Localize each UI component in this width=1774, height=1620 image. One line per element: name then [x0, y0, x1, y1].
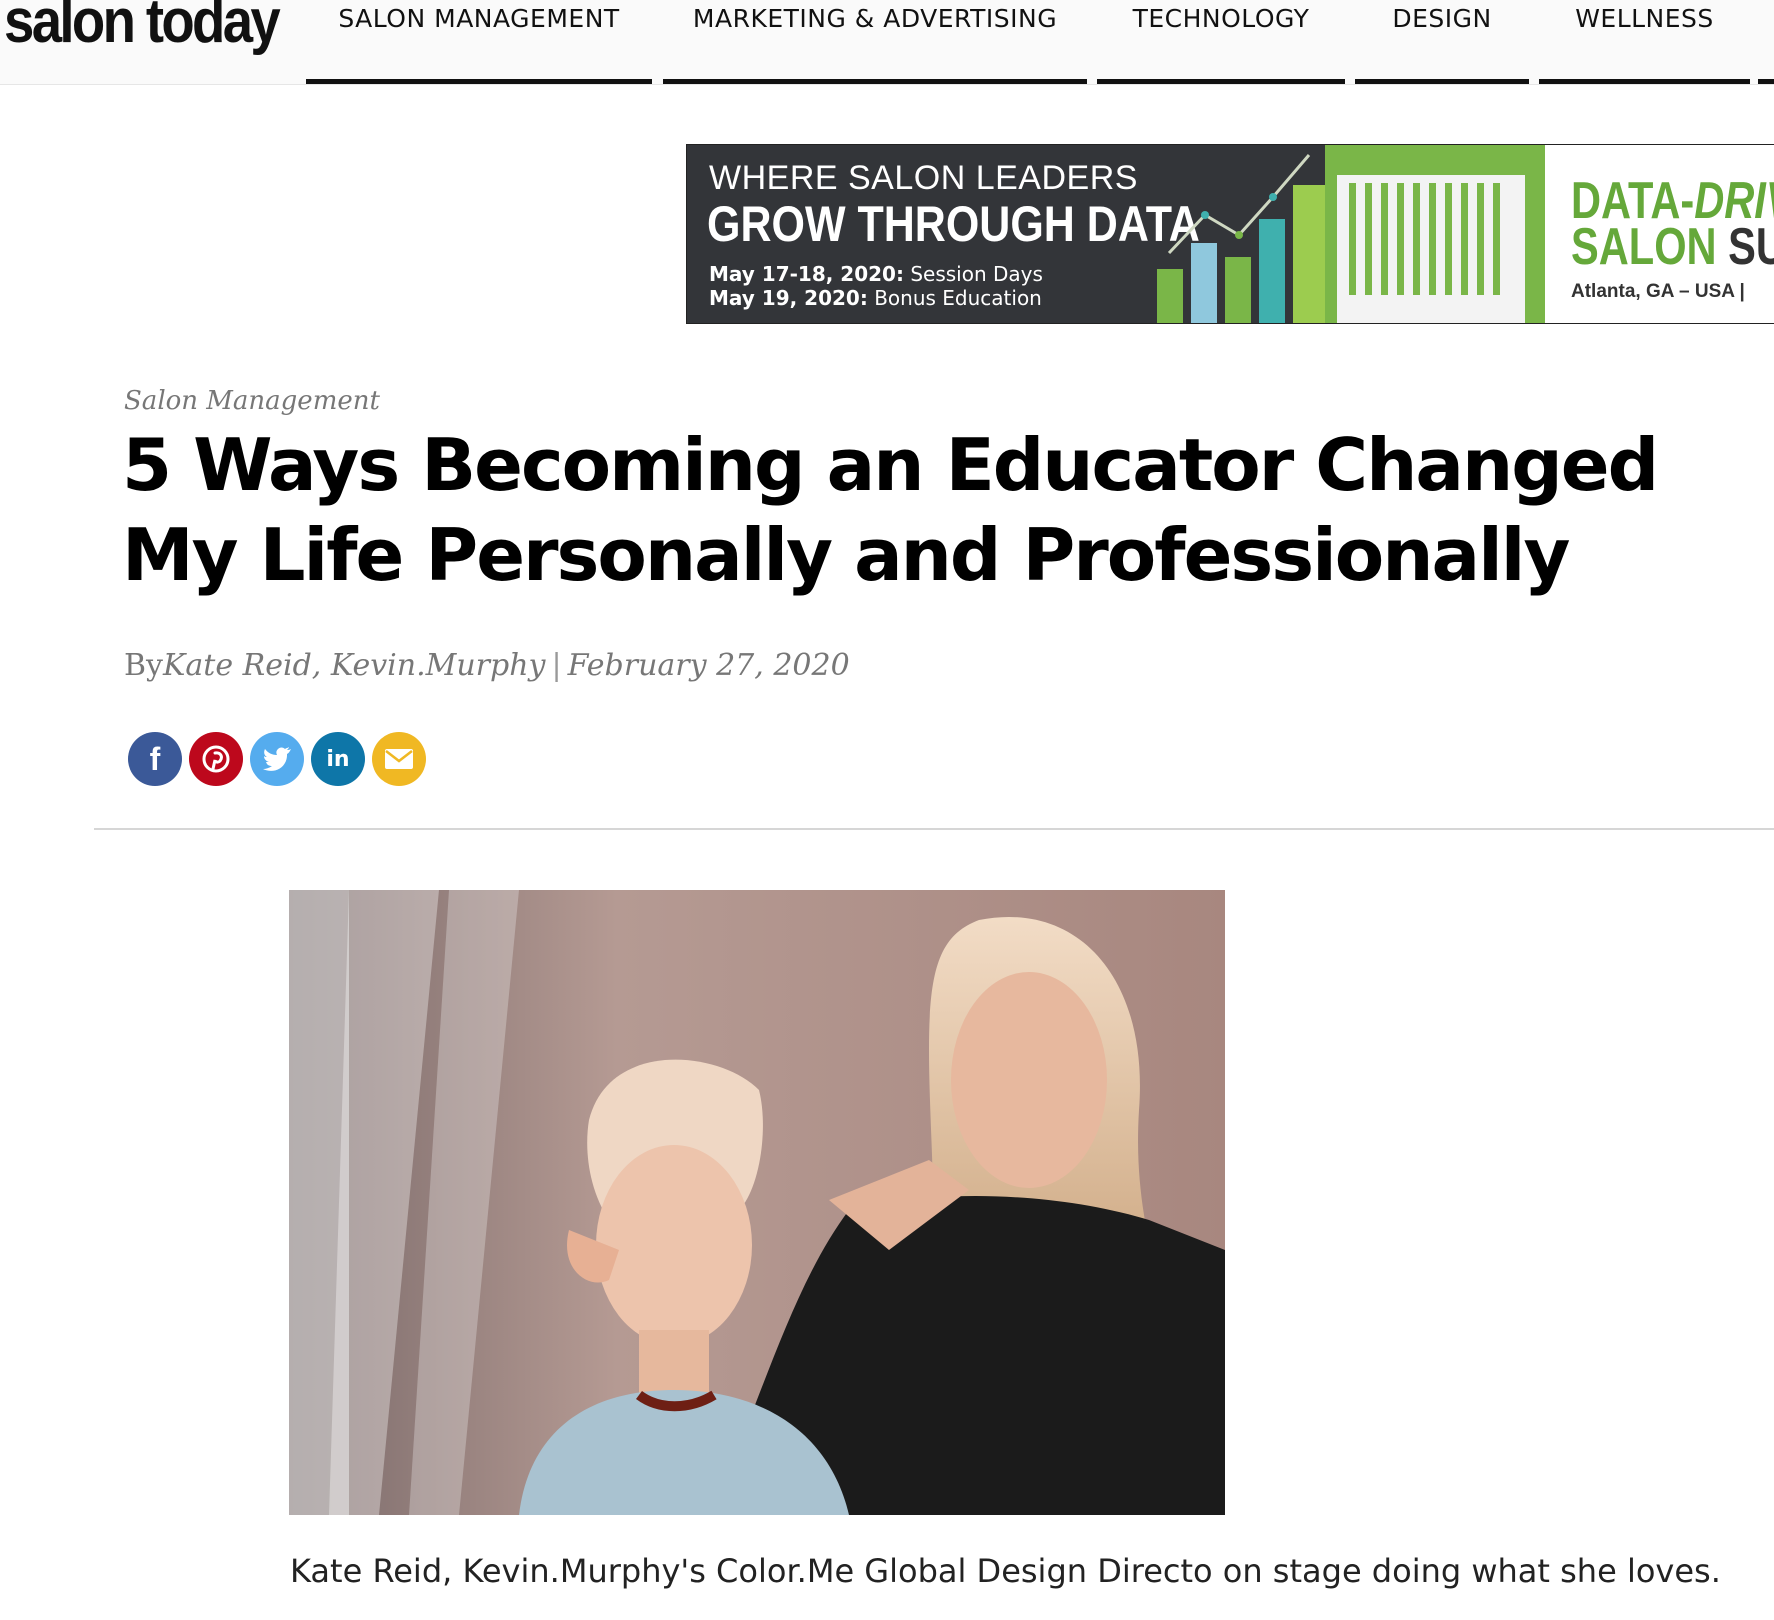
- ad-location: Atlanta, GA – USA |: [1571, 281, 1745, 302]
- ad-banner[interactable]: WHERE SALON LEADERS GROW THROUGH DATA Ma…: [686, 144, 1774, 324]
- twitter-icon: [263, 747, 291, 771]
- nav-underline: [1355, 79, 1529, 84]
- article-byline: ByKate Reid, Kevin.Murphy | February 27, 2…: [124, 648, 850, 683]
- image-caption: Kate Reid, Kevin.Murphy's Color.Me Globa…: [290, 1552, 1721, 1590]
- nav-underline: [1758, 79, 1774, 84]
- article-divider: [94, 828, 1774, 830]
- ad-headline-2: GROW THROUGH DATA: [707, 196, 1200, 252]
- nav-underline: [663, 79, 1087, 84]
- nav-design[interactable]: DESIGN: [1355, 0, 1529, 84]
- email-icon: [385, 749, 413, 769]
- byline-prefix: By: [124, 648, 163, 683]
- site-logo[interactable]: salon today: [4, 0, 281, 57]
- article-title: 5 Ways Becoming an Educator Changed My L…: [122, 423, 1659, 597]
- share-linkedin-button[interactable]: in: [311, 732, 365, 786]
- article-section-link[interactable]: Salon Management: [124, 386, 380, 416]
- nav-wellness[interactable]: WELLNESS: [1539, 0, 1750, 84]
- comb-graphic: [1337, 175, 1525, 323]
- byline-authors[interactable]: Kate Reid, Kevin.Murphy: [163, 648, 545, 683]
- nav-label: SALON MANAGEMENT: [338, 4, 620, 33]
- byline-separator: |: [551, 648, 562, 683]
- share-email-button[interactable]: [372, 732, 426, 786]
- stage-photo-graphic: [289, 890, 1225, 1515]
- nav-salon-management[interactable]: SALON MANAGEMENT: [306, 0, 652, 84]
- nav-label: MARKETING & ADVERTISING: [692, 4, 1058, 33]
- ad-summit-panel: DATA-DRIVE SALON SUM Atlanta, GA – USA |: [1545, 145, 1774, 323]
- ad-headline-1: WHERE SALON LEADERS: [709, 159, 1138, 197]
- nav-underline: [306, 79, 652, 84]
- site-header: salon today SALON MANAGEMENT MARKETING &…: [0, 0, 1774, 85]
- ad-summit-title-2: SALON SUM: [1571, 218, 1774, 276]
- nav-underline: [1539, 79, 1750, 84]
- linkedin-icon: in: [326, 746, 350, 772]
- nav-underline: [1097, 79, 1345, 84]
- nav-overflow[interactable]: [1758, 0, 1774, 84]
- ad-date-1: May 17-18, 2020: Session Days: [709, 262, 1043, 286]
- article-hero-image: [289, 890, 1225, 1515]
- facebook-icon: f: [149, 740, 161, 777]
- byline-date: February 27, 2020: [567, 648, 850, 683]
- pinterest-icon: [202, 745, 230, 773]
- share-pinterest-button[interactable]: [189, 732, 243, 786]
- ad-bar-chart-graphic: [1157, 154, 1327, 323]
- ad-comb-panel: [1325, 145, 1545, 323]
- nav-technology[interactable]: TECHNOLOGY: [1097, 0, 1345, 84]
- nav-marketing-advertising[interactable]: MARKETING & ADVERTISING: [663, 0, 1087, 84]
- nav-label: WELLNESS: [1575, 4, 1714, 33]
- share-facebook-button[interactable]: f: [128, 732, 182, 786]
- ad-date-2: May 19, 2020: Bonus Education: [709, 286, 1042, 310]
- share-twitter-button[interactable]: [250, 732, 304, 786]
- nav-label: DESIGN: [1392, 4, 1492, 33]
- nav-label: TECHNOLOGY: [1132, 4, 1310, 33]
